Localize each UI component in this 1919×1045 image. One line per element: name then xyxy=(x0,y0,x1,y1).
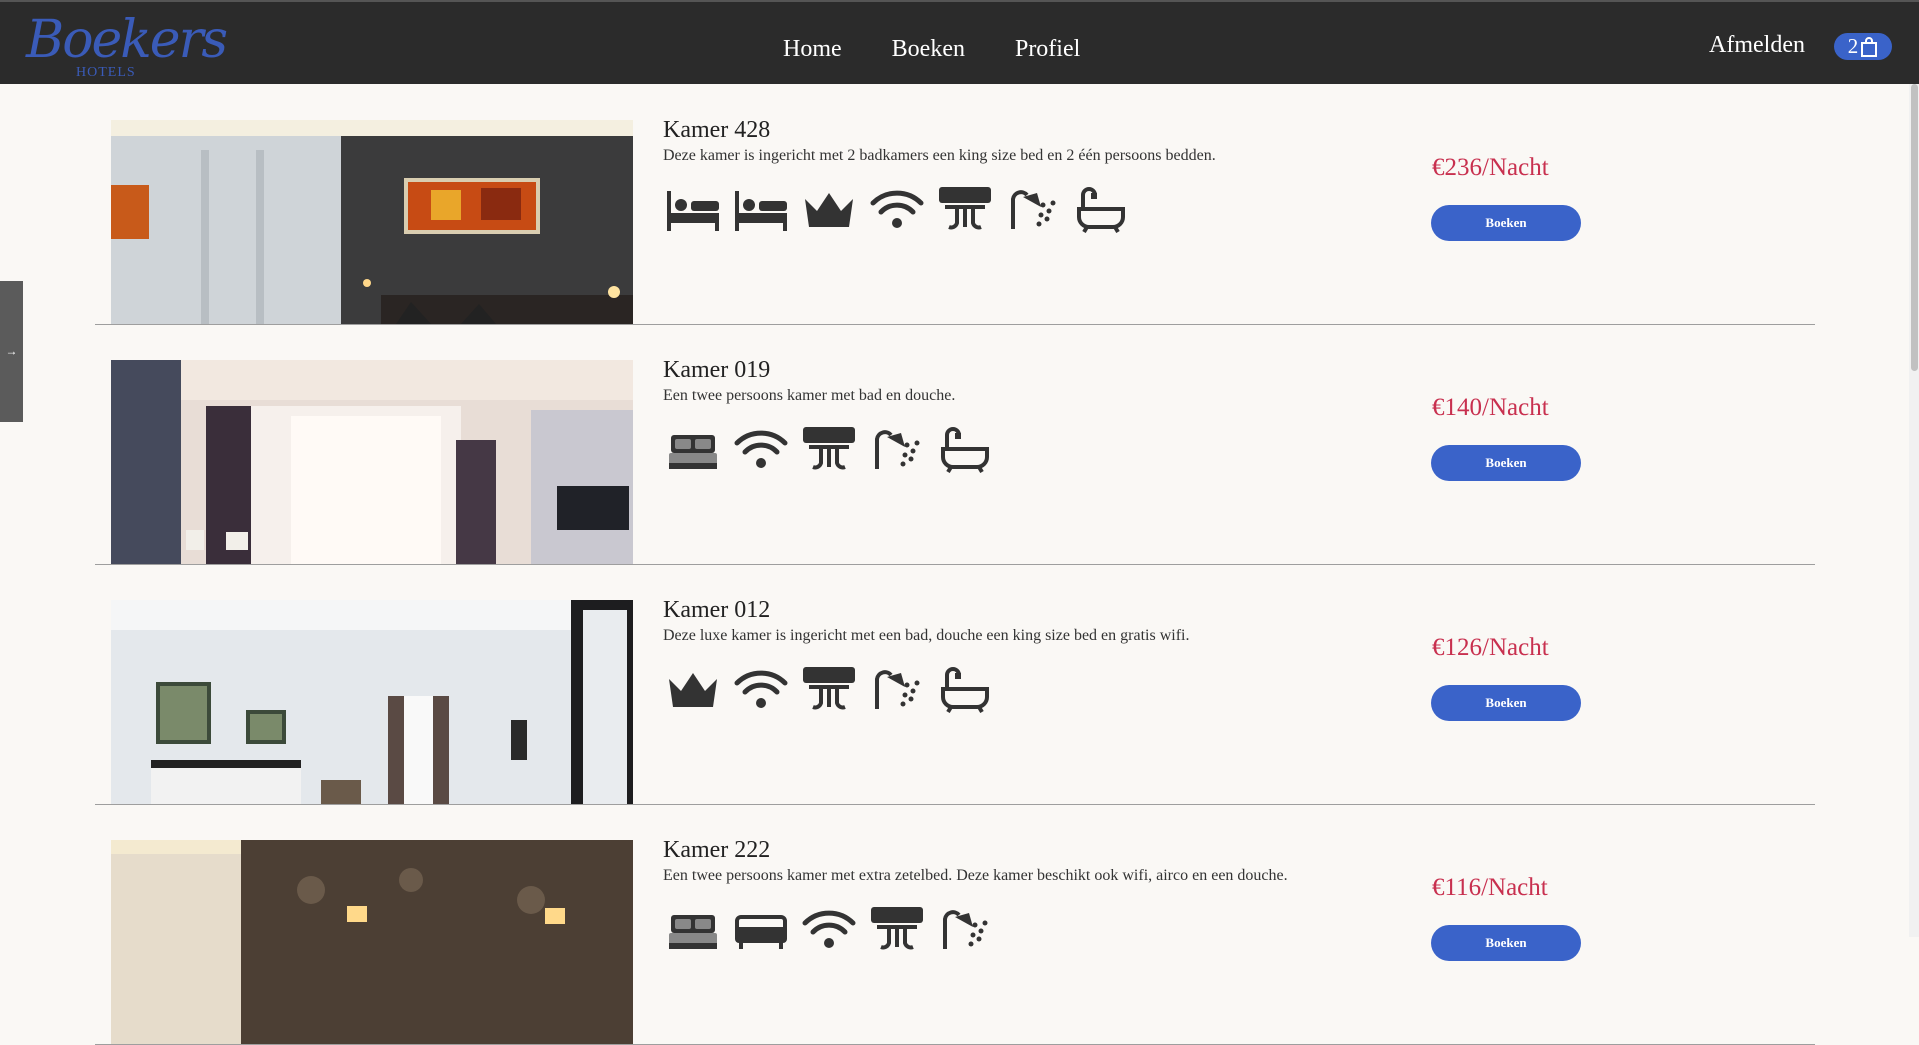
room-card: Kamer 019 Een twee persoons kamer met ba… xyxy=(95,324,1815,565)
room-card: Kamer 012 Deze luxe kamer is ingericht m… xyxy=(95,564,1815,805)
room-photo xyxy=(111,840,633,1044)
book-button[interactable]: Boeken xyxy=(1431,205,1581,241)
room-price: €236/Nacht xyxy=(1432,154,1549,181)
amenity-list xyxy=(663,661,995,717)
shower-icon xyxy=(935,901,995,957)
room-price: €126/Nacht xyxy=(1432,634,1549,661)
bathtub-icon xyxy=(935,421,995,477)
wifi-icon xyxy=(867,181,927,237)
airco-icon xyxy=(867,901,927,957)
bathtub-icon xyxy=(1071,181,1131,237)
double-bed-icon xyxy=(663,421,723,477)
room-photo xyxy=(111,120,633,324)
shopping-bag-icon xyxy=(1861,36,1878,57)
book-button[interactable]: Boeken xyxy=(1431,445,1581,481)
nav-boeken[interactable]: Boeken xyxy=(892,36,965,63)
room-price: €116/Nacht xyxy=(1432,874,1548,901)
cart-button[interactable]: 2 xyxy=(1834,33,1892,60)
room-photo xyxy=(111,600,633,804)
wifi-icon xyxy=(799,901,859,957)
room-title: Kamer 428 xyxy=(663,117,771,143)
sofa-icon xyxy=(731,901,791,957)
crown-icon xyxy=(663,661,723,717)
shower-icon xyxy=(867,421,927,477)
room-price: €140/Nacht xyxy=(1432,394,1549,421)
nav-home[interactable]: Home xyxy=(783,36,842,63)
shower-icon xyxy=(1003,181,1063,237)
room-card: Kamer 222 Een twee persoons kamer met ex… xyxy=(95,804,1815,1045)
book-button[interactable]: Boeken xyxy=(1431,925,1581,961)
nav-profiel[interactable]: Profiel xyxy=(1015,36,1080,63)
room-title: Kamer 019 xyxy=(663,357,771,383)
room-description: Deze luxe kamer is ingericht met een bad… xyxy=(663,627,1190,644)
room-title: Kamer 222 xyxy=(663,837,771,863)
logout-link[interactable]: Afmelden xyxy=(1709,32,1805,59)
room-description: Deze kamer is ingericht met 2 badkamers … xyxy=(663,147,1216,164)
single-bed-icon xyxy=(731,181,791,237)
wifi-icon xyxy=(731,421,791,477)
room-description: Een twee persoons kamer met extra zetelb… xyxy=(663,867,1288,884)
airco-icon xyxy=(935,181,995,237)
arrow-right-icon: → xyxy=(5,344,18,358)
side-panel-toggle[interactable]: → xyxy=(0,281,23,422)
navbar: Boekers HOTELS Home Boeken Profiel Afmel… xyxy=(0,0,1919,84)
amenity-list xyxy=(663,421,995,477)
airco-icon xyxy=(799,661,859,717)
room-description: Een twee persoons kamer met bad en douch… xyxy=(663,387,956,404)
room-card: Kamer 428 Deze kamer is ingericht met 2 … xyxy=(95,84,1815,325)
cart-count: 2 xyxy=(1847,34,1859,58)
main-nav: Home Boeken Profiel xyxy=(783,36,1080,63)
logo-text: Boekers xyxy=(26,10,228,70)
scrollbar-thumb[interactable] xyxy=(1911,84,1918,371)
logo-subtext: HOTELS xyxy=(76,65,136,80)
book-button[interactable]: Boeken xyxy=(1431,685,1581,721)
double-bed-icon xyxy=(663,901,723,957)
single-bed-icon xyxy=(663,181,723,237)
amenity-list xyxy=(663,181,1131,237)
crown-icon xyxy=(799,181,859,237)
amenity-list xyxy=(663,901,995,957)
room-title: Kamer 012 xyxy=(663,597,771,623)
airco-icon xyxy=(799,421,859,477)
wifi-icon xyxy=(731,661,791,717)
brand-logo[interactable]: Boekers HOTELS xyxy=(26,10,228,82)
room-photo xyxy=(111,360,633,564)
shower-icon xyxy=(867,661,927,717)
bathtub-icon xyxy=(935,661,995,717)
